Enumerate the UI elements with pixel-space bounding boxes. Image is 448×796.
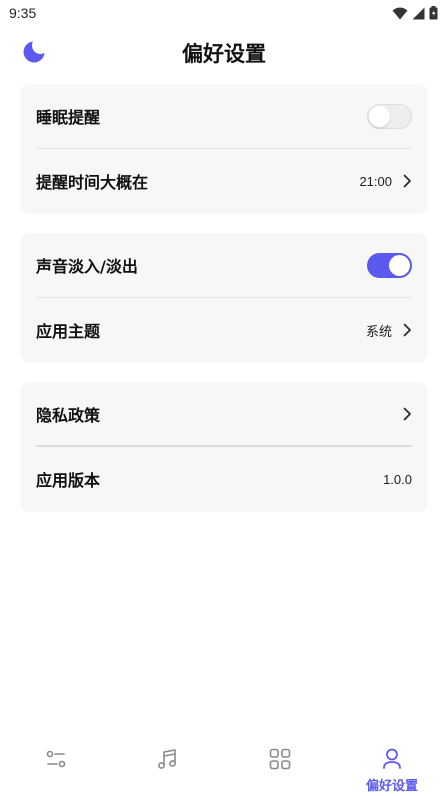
app-version-row: 应用版本 1.0.0 bbox=[36, 447, 412, 511]
app-theme-row[interactable]: 应用主题 系统 bbox=[36, 298, 412, 362]
status-bar: 9:35 bbox=[0, 0, 448, 26]
app-theme-value: 系统 bbox=[365, 323, 392, 339]
sound-fade-toggle[interactable] bbox=[367, 252, 412, 278]
chevron-right-icon bbox=[403, 407, 411, 421]
status-icons bbox=[392, 6, 438, 20]
reminder-time-value: 21:00 bbox=[359, 173, 392, 189]
chevron-right-icon bbox=[403, 174, 411, 188]
settings-card-reminder: 睡眠提醒 提醒时间大概在 21:00 bbox=[20, 84, 428, 214]
nav-item-music[interactable] bbox=[112, 736, 224, 796]
reminder-time-right: 21:00 bbox=[359, 174, 412, 189]
signal-icon bbox=[412, 7, 425, 19]
toggle-knob bbox=[369, 105, 390, 127]
sleep-reminder-toggle[interactable] bbox=[367, 103, 412, 129]
app-version-label: 应用版本 bbox=[36, 471, 101, 490]
grid-icon bbox=[269, 748, 291, 770]
bottom-nav: 偏好设置 bbox=[0, 736, 448, 796]
app-header: z z 偏好设置 bbox=[0, 30, 448, 74]
music-note-icon bbox=[158, 749, 176, 769]
nav-item-preferences[interactable]: 偏好设置 bbox=[336, 736, 448, 796]
sleep-reminder-row[interactable]: 睡眠提醒 bbox=[36, 84, 412, 148]
status-time: 9:35 bbox=[9, 5, 37, 21]
profile-icon bbox=[383, 748, 401, 769]
app-theme-label: 应用主题 bbox=[36, 322, 101, 341]
wifi-icon bbox=[392, 7, 408, 19]
sleep-reminder-label: 睡眠提醒 bbox=[36, 108, 101, 127]
sound-fade-label: 声音淡入/淡出 bbox=[36, 257, 138, 276]
settings-card-about: 隐私政策 应用版本 1.0.0 bbox=[20, 382, 428, 512]
app-theme-right: 系统 bbox=[366, 321, 412, 340]
sliders-icon bbox=[46, 750, 66, 768]
nav-item-grid[interactable] bbox=[224, 736, 336, 796]
nav-label-preferences: 偏好设置 bbox=[365, 779, 418, 794]
toggle-knob bbox=[389, 254, 410, 276]
reminder-time-label: 提醒时间大概在 bbox=[36, 173, 149, 192]
privacy-policy-label: 隐私政策 bbox=[36, 406, 101, 425]
chevron-right-icon bbox=[403, 323, 411, 337]
sound-fade-row[interactable]: 声音淡入/淡出 bbox=[36, 233, 412, 297]
battery-icon bbox=[429, 6, 438, 20]
nav-item-controls[interactable] bbox=[0, 736, 112, 796]
app-version-value: 1.0.0 bbox=[383, 471, 412, 487]
reminder-time-row[interactable]: 提醒时间大概在 21:00 bbox=[36, 149, 412, 213]
privacy-policy-row[interactable]: 隐私政策 bbox=[36, 382, 412, 446]
settings-card-sound: 声音淡入/淡出 应用主题 系统 bbox=[20, 233, 428, 363]
page-title: 偏好设置 bbox=[182, 42, 266, 66]
